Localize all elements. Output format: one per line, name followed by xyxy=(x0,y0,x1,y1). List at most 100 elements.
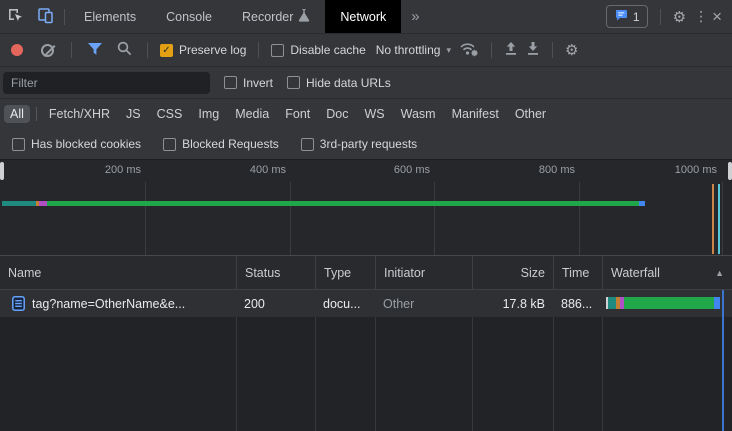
device-toolbar-toggle[interactable] xyxy=(30,0,60,33)
has-blocked-cookies-checkbox[interactable]: Has blocked cookies xyxy=(12,137,141,151)
requests-table-body: tag?name=OtherName&e... 200 docu... Othe… xyxy=(0,290,732,431)
requests-table-header: Name Status Type Initiator Size Time Wat… xyxy=(0,256,732,290)
request-time-cell: 886... xyxy=(553,290,602,317)
document-file-icon xyxy=(12,296,25,311)
type-filter-media[interactable]: Media xyxy=(229,105,275,123)
filter-input[interactable] xyxy=(3,72,210,94)
experimental-flask-icon xyxy=(298,8,310,25)
third-party-requests-checkbox[interactable]: 3rd-party requests xyxy=(301,137,417,151)
checkbox-unchecked-icon xyxy=(224,76,237,89)
devtools-window: Elements Console Recorder Network » xyxy=(0,0,732,431)
waterfall-segment-waiting xyxy=(624,297,714,309)
checkbox-unchecked-icon xyxy=(271,44,284,57)
throttling-select[interactable]: No throttling ▾ xyxy=(376,43,451,57)
preserve-log-checkbox[interactable]: ✓ Preserve log xyxy=(160,43,246,57)
network-filter-row: Invert Hide data URLs xyxy=(0,67,732,99)
type-filter-font[interactable]: Font xyxy=(279,105,316,123)
column-header-status[interactable]: Status xyxy=(236,256,315,289)
time-tick-label: 1000 ms xyxy=(647,164,717,176)
request-initiator-cell[interactable]: Other xyxy=(375,290,472,317)
column-header-type[interactable]: Type xyxy=(315,256,375,289)
export-har-button[interactable] xyxy=(526,41,540,59)
time-tick-label: 800 ms xyxy=(505,164,575,176)
type-filter-wasm[interactable]: Wasm xyxy=(395,105,442,123)
type-filter-other[interactable]: Other xyxy=(509,105,552,123)
tab-label: Elements xyxy=(84,10,136,24)
waterfall-segment-download xyxy=(714,297,720,309)
throttling-value: No throttling xyxy=(376,43,441,57)
request-row[interactable]: tag?name=OtherName&e... 200 docu... Othe… xyxy=(0,290,732,317)
type-filter-js[interactable]: JS xyxy=(120,105,147,123)
upload-arrow-icon xyxy=(504,41,518,56)
request-name-cell[interactable]: tag?name=OtherName&e... xyxy=(0,290,236,317)
column-header-name[interactable]: Name xyxy=(0,256,236,289)
network-conditions-button[interactable] xyxy=(459,41,479,60)
invert-filter-checkbox[interactable]: Invert xyxy=(224,76,273,90)
waterfall-segment-ssl xyxy=(39,201,47,206)
checkbox-unchecked-icon xyxy=(287,76,300,89)
type-filter-css[interactable]: CSS xyxy=(151,105,189,123)
issues-counter-button[interactable]: 1 xyxy=(606,5,648,28)
network-toolbar: ✓ Preserve log Disable cache No throttli… xyxy=(0,34,732,67)
kebab-menu-button[interactable]: ⋮ xyxy=(694,8,704,25)
column-header-time[interactable]: Time xyxy=(553,256,602,289)
clear-network-log-button[interactable] xyxy=(41,44,54,57)
search-button[interactable] xyxy=(117,41,132,59)
type-filter-doc[interactable]: Doc xyxy=(320,105,354,123)
blocked-requests-checkbox[interactable]: Blocked Requests xyxy=(163,137,279,151)
more-tabs-button[interactable]: » xyxy=(401,0,429,33)
inspect-element-button[interactable] xyxy=(0,0,30,33)
column-header-size[interactable]: Size xyxy=(472,256,553,289)
chips-divider xyxy=(36,107,37,121)
settings-gear-button[interactable]: ⚙ xyxy=(673,8,686,26)
tab-elements[interactable]: Elements xyxy=(69,0,151,33)
toolbar-divider xyxy=(552,42,553,58)
issues-bubble-icon xyxy=(614,8,628,25)
tabbar-right-controls: 1 ⚙ ⋮ × xyxy=(606,0,732,33)
gridline xyxy=(434,182,435,255)
request-size-cell: 17.8 kB xyxy=(472,290,553,317)
tab-label: Recorder xyxy=(242,10,293,24)
checkbox-checked-icon: ✓ xyxy=(160,44,173,57)
checkbox-unchecked-icon xyxy=(12,138,25,151)
filter-funnel-button[interactable] xyxy=(87,42,103,59)
network-overview-timeline[interactable]: 200 ms 400 ms 600 ms 800 ms 1000 ms xyxy=(0,160,732,256)
toolbar-divider xyxy=(71,42,72,58)
close-devtools-button[interactable]: × xyxy=(712,8,722,25)
import-har-button[interactable] xyxy=(504,41,518,59)
overview-right-grip[interactable] xyxy=(728,162,732,180)
time-tick-label: 600 ms xyxy=(360,164,430,176)
time-tick-label: 200 ms xyxy=(71,164,141,176)
tab-recorder[interactable]: Recorder xyxy=(227,0,325,33)
sort-ascending-icon: ▲ xyxy=(715,268,724,278)
tab-label: Console xyxy=(166,10,212,24)
waterfall-bar xyxy=(606,297,732,309)
overview-request-bar xyxy=(2,201,645,206)
invert-label: Invert xyxy=(243,76,273,90)
record-network-log-button[interactable] xyxy=(11,44,23,56)
toolbar-divider xyxy=(258,42,259,58)
type-filter-fetch-xhr[interactable]: Fetch/XHR xyxy=(43,105,116,123)
tab-network[interactable]: Network xyxy=(325,0,401,33)
network-settings-gear-button[interactable]: ⚙ xyxy=(565,41,578,59)
waterfall-segment-dns xyxy=(2,201,36,206)
column-header-waterfall[interactable]: Waterfall ▲ xyxy=(602,256,732,289)
load-event-line xyxy=(722,290,724,431)
disable-cache-checkbox[interactable]: Disable cache xyxy=(271,43,365,57)
tab-console[interactable]: Console xyxy=(151,0,227,33)
type-filter-all[interactable]: All xyxy=(4,105,30,123)
overview-left-grip[interactable] xyxy=(0,162,4,180)
column-header-initiator[interactable]: Initiator xyxy=(375,256,472,289)
type-filter-manifest[interactable]: Manifest xyxy=(446,105,505,123)
third-party-requests-label: 3rd-party requests xyxy=(320,137,417,151)
checkbox-unchecked-icon xyxy=(163,138,176,151)
hide-data-urls-label: Hide data URLs xyxy=(306,76,391,90)
type-filter-img[interactable]: Img xyxy=(192,105,225,123)
hide-data-urls-checkbox[interactable]: Hide data URLs xyxy=(287,76,391,90)
request-waterfall-cell[interactable] xyxy=(602,290,732,317)
preserve-log-label: Preserve log xyxy=(179,43,246,57)
load-event-marker xyxy=(718,184,720,254)
toolbar-divider xyxy=(147,42,148,58)
type-filter-ws[interactable]: WS xyxy=(358,105,390,123)
dcl-event-marker xyxy=(712,184,714,254)
